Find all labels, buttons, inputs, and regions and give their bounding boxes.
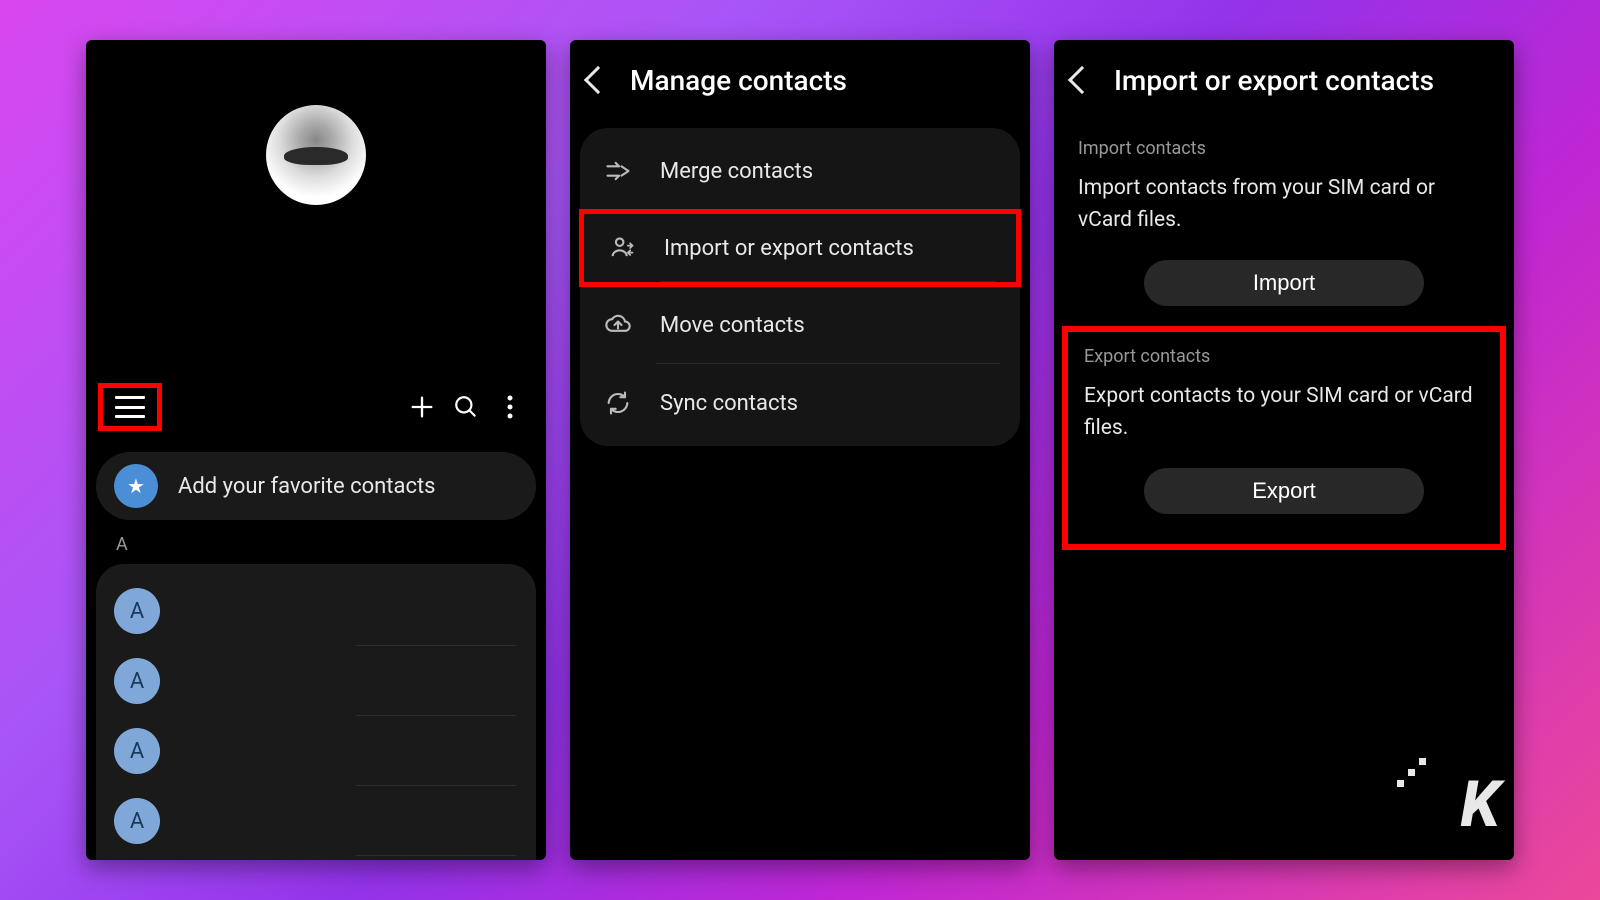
menu-label: Import or export contacts: [664, 236, 914, 261]
menu-item-sync[interactable]: Sync contacts: [580, 364, 1020, 442]
menu-item-import-export[interactable]: Import or export contacts: [579, 209, 1021, 287]
list-item[interactable]: A: [96, 576, 536, 646]
list-item[interactable]: A: [96, 716, 536, 786]
person-transfer-icon: [608, 234, 636, 262]
import-section-title: Import contacts: [1078, 138, 1490, 159]
export-section-title: Export contacts: [1084, 346, 1484, 367]
export-button[interactable]: Export: [1144, 468, 1424, 514]
back-icon[interactable]: [1068, 66, 1096, 94]
profile-area: [86, 40, 546, 205]
import-export-screen: Import or export contacts Import contact…: [1054, 40, 1514, 860]
manage-menu: Merge contacts Import or export contacts…: [580, 128, 1020, 446]
import-export-header: Import or export contacts: [1054, 40, 1514, 120]
contact-avatar: A: [114, 588, 160, 634]
more-icon[interactable]: [488, 385, 532, 429]
profile-avatar[interactable]: [266, 105, 366, 205]
logo-dots: [1400, 758, 1426, 784]
contact-avatar: A: [114, 728, 160, 774]
sync-icon: [604, 389, 632, 417]
menu-label: Merge contacts: [660, 159, 813, 184]
list-item[interactable]: A: [96, 646, 536, 716]
add-icon[interactable]: [400, 385, 444, 429]
section-header-a: A: [116, 534, 128, 555]
search-icon[interactable]: [444, 385, 488, 429]
import-section: Import contacts Import contacts from you…: [1054, 138, 1514, 306]
menu-item-merge[interactable]: Merge contacts: [580, 132, 1020, 210]
contacts-home-screen: ★ Add your favorite contacts A A A A A: [86, 40, 546, 860]
export-description: Export contacts to your SIM card or vCar…: [1084, 381, 1484, 444]
menu-label: Move contacts: [660, 313, 805, 338]
menu-label: Sync contacts: [660, 391, 798, 416]
contact-avatar: A: [114, 658, 160, 704]
watermark-logo: K: [1460, 767, 1496, 842]
contacts-toolbar: [86, 375, 546, 439]
back-icon[interactable]: [584, 66, 612, 94]
import-button[interactable]: Import: [1144, 260, 1424, 306]
highlight-box-menu: [98, 383, 162, 431]
menu-icon[interactable]: [115, 396, 145, 418]
favorites-prompt[interactable]: ★ Add your favorite contacts: [96, 452, 536, 520]
page-title: Manage contacts: [630, 64, 847, 97]
favorites-label: Add your favorite contacts: [178, 474, 436, 499]
contact-list[interactable]: A A A A: [96, 564, 536, 860]
star-icon: ★: [114, 464, 158, 508]
contact-avatar: A: [114, 798, 160, 844]
manage-contacts-screen: Manage contacts Merge contacts Import or…: [570, 40, 1030, 860]
merge-icon: [604, 157, 632, 185]
list-item[interactable]: A: [96, 786, 536, 856]
cloud-upload-icon: [604, 311, 632, 339]
highlight-box-export: Export contacts Export contacts to your …: [1062, 326, 1506, 550]
import-description: Import contacts from your SIM card or vC…: [1078, 173, 1490, 236]
page-title: Import or export contacts: [1114, 64, 1434, 97]
manage-header: Manage contacts: [570, 40, 1030, 120]
menu-item-move[interactable]: Move contacts: [580, 286, 1020, 364]
